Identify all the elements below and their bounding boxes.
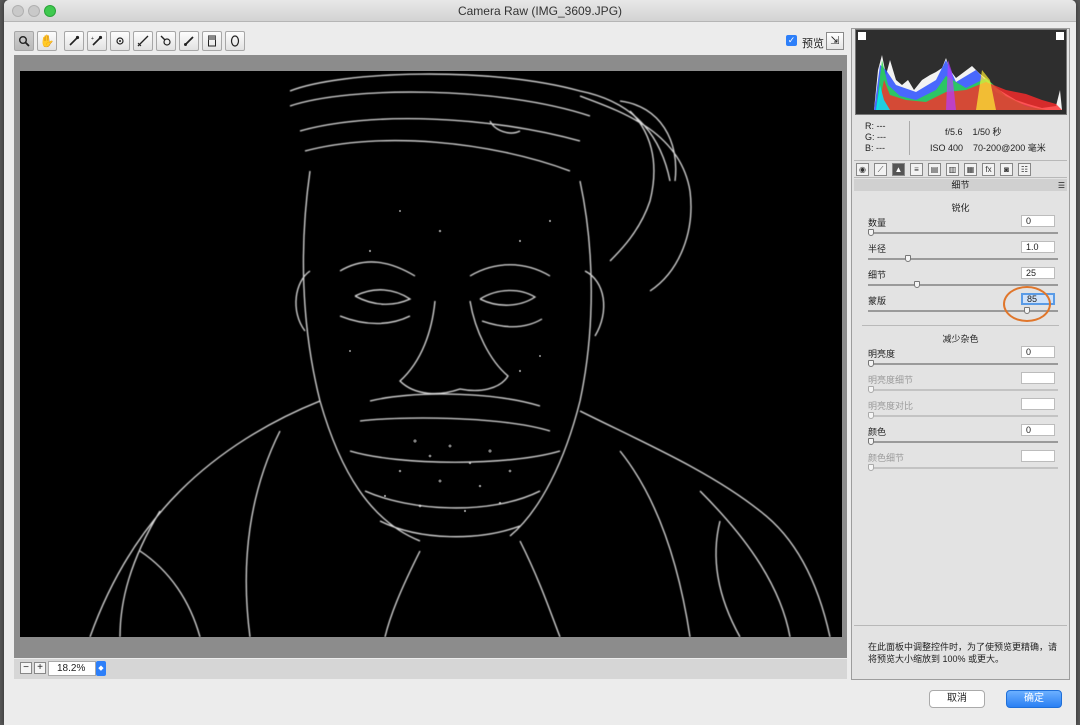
rgb-readout: R: --- G: --- B: --- [865, 121, 886, 154]
zoom-out-button[interactable]: − [20, 662, 32, 674]
slider-value-field [1021, 398, 1055, 410]
slider-value-field[interactable]: 25 [1021, 267, 1055, 279]
tab-hsl-icon[interactable]: ≡ [910, 163, 923, 176]
panel-menu-icon[interactable]: ☰ [1058, 180, 1065, 192]
sharpen-heading: 锐化 [951, 203, 970, 213]
tab-effects-icon[interactable]: fx [982, 163, 995, 176]
preview-image [20, 71, 842, 637]
b-label: B: [865, 143, 874, 153]
g-value: --- [877, 132, 887, 142]
histogram [855, 29, 1067, 115]
zoom-level-field[interactable]: 18.2% [48, 661, 96, 676]
slider-label: 颜色 [868, 427, 887, 437]
zoom-bar: − + 18.2% ◆ [14, 659, 847, 679]
right-panel: R: --- G: --- B: --- f/5.6 1/50 秒 ISO 40… [851, 28, 1070, 680]
adjustment-brush-icon[interactable] [179, 31, 199, 51]
zoom-dropdown-icon[interactable]: ◆ [96, 661, 106, 676]
tab-transform-icon[interactable]: ▦ [964, 163, 977, 176]
straighten-tool-icon[interactable] [133, 31, 153, 51]
cancel-button[interactable]: 取消 [929, 690, 985, 708]
tab-presets-icon[interactable]: ☷ [1018, 163, 1031, 176]
b-value: --- [876, 143, 886, 153]
slider-track [868, 386, 1058, 393]
slider-thumb[interactable] [904, 255, 911, 262]
preview-checkbox[interactable]: ✓ [786, 35, 797, 46]
slider-track[interactable] [868, 255, 1058, 262]
camera-raw-window: Camera Raw (IMG_3609.JPG) ✋ + ✓ 预览 ⇲ − +… [4, 0, 1076, 725]
slider-value-field [1021, 450, 1055, 462]
graduated-filter-icon[interactable] [202, 31, 222, 51]
panel-title: 细节 [951, 180, 970, 190]
tool-bar: ✋ + ✓ 预览 ⇲ [14, 29, 844, 53]
exif-line-1: f/5.6 1/50 秒 [945, 125, 1002, 138]
slider-label: 明亮度 [868, 349, 896, 359]
targeted-adjustment-tool-icon[interactable] [110, 31, 130, 51]
slider-value-field [1021, 372, 1055, 384]
window-title: Camera Raw (IMG_3609.JPG) [457, 4, 623, 18]
tab-detail-icon[interactable]: ▲ [892, 163, 905, 176]
panel-title-bar: 细节 ☰ [854, 179, 1067, 191]
color-sampler-tool-icon[interactable]: + [87, 31, 107, 51]
slider-label: 数量 [868, 218, 887, 228]
slider-value-field[interactable]: 0 [1021, 346, 1055, 358]
slider-label: 蒙版 [868, 296, 887, 306]
panel-tabs: ◉ ⟋ ▲ ≡ ▤ ▥ ▦ fx ◙ ☷ [854, 160, 1067, 178]
tab-lens-corrections-icon[interactable]: ▥ [946, 163, 959, 176]
tab-basic-icon[interactable]: ◉ [856, 163, 869, 176]
tab-split-toning-icon[interactable]: ▤ [928, 163, 941, 176]
ok-button[interactable]: 确定 [1006, 690, 1062, 708]
tab-camera-calibration-icon[interactable]: ◙ [1000, 163, 1013, 176]
slider-thumb[interactable] [914, 281, 920, 288]
white-balance-tool-icon[interactable] [64, 31, 84, 51]
slider-label: 明亮度细节 [868, 375, 914, 385]
slider-track [868, 464, 1058, 471]
image-canvas-area[interactable] [14, 55, 847, 658]
slider-track[interactable] [868, 360, 1058, 367]
slider-thumb[interactable] [868, 438, 874, 445]
slider-label: 明亮度对比 [868, 401, 914, 411]
slider-track[interactable] [868, 438, 1058, 445]
slider-value-field[interactable]: 1.0 [1021, 241, 1055, 253]
hand-tool-icon[interactable]: ✋ [37, 31, 57, 51]
shutter-value: 1/50 秒 [972, 127, 1002, 137]
section-divider [862, 325, 1059, 326]
g-label: G: [865, 132, 875, 142]
noise-reduction-heading: 减少杂色 [942, 334, 979, 344]
svg-text:+: + [91, 36, 94, 42]
slider-thumb [868, 386, 874, 393]
spot-removal-tool-icon[interactable] [156, 31, 176, 51]
slider-label: 细节 [868, 270, 887, 280]
zoom-tool-icon[interactable] [14, 31, 34, 51]
iso-value: ISO 400 [930, 143, 964, 153]
annotation-highlight-circle [1003, 286, 1051, 322]
zoom-in-button[interactable]: + [34, 662, 46, 674]
lens-value: 70-200@200 毫米 [973, 143, 1046, 153]
title-bar: Camera Raw (IMG_3609.JPG) [4, 0, 1076, 22]
radial-filter-icon[interactable] [225, 31, 245, 51]
slider-thumb[interactable] [868, 360, 874, 367]
r-value: --- [876, 121, 886, 131]
tab-tone-curve-icon[interactable]: ⟋ [874, 163, 887, 176]
slider-value-field[interactable]: 0 [1021, 215, 1055, 227]
exif-line-2: ISO 400 70-200@200 毫米 [930, 141, 1046, 154]
slider-thumb [868, 464, 874, 471]
info-divider [909, 121, 910, 155]
slider-track[interactable] [868, 229, 1058, 236]
fullscreen-toggle-icon[interactable]: ⇲ [826, 32, 844, 50]
r-label: R: [865, 121, 874, 131]
slider-thumb [868, 412, 874, 419]
slider-thumb[interactable] [868, 229, 874, 236]
preview-label: 预览 [802, 38, 824, 50]
slider-label: 颜色细节 [868, 453, 905, 463]
slider-track [868, 412, 1058, 419]
slider-label: 半径 [868, 244, 887, 254]
slider-value-field[interactable]: 0 [1021, 424, 1055, 436]
aperture-value: f/5.6 [945, 127, 963, 137]
hint-text: 在此面板中调整控件时，为了使预览更精确，请将预览大小缩放到 100% 或更大。 [854, 625, 1067, 679]
